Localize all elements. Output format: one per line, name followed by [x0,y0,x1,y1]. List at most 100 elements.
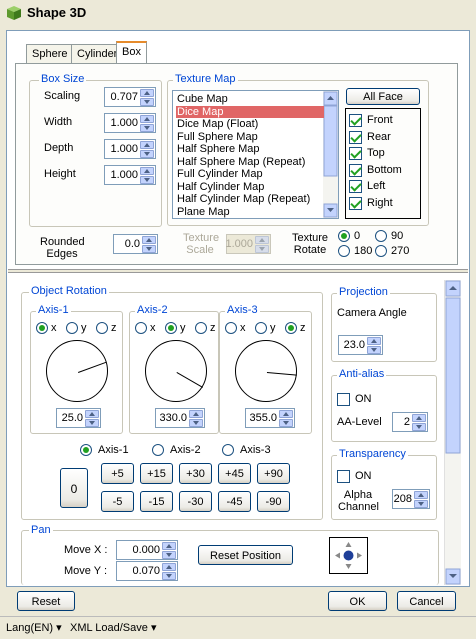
tab-box[interactable]: Box [116,41,147,64]
spin-down-icon[interactable] [85,419,99,427]
axis-select-radio[interactable] [80,444,92,456]
transparency-checkbox[interactable] [337,470,350,483]
zero-rotation-button[interactable]: 0 [60,468,88,508]
tab-sphere[interactable]: Sphere [26,44,74,64]
texture-map-item[interactable]: Full Sphere Map [176,131,324,143]
rotation-dial[interactable] [46,340,108,402]
alpha-channel-spinner[interactable]: 208 [392,489,430,509]
rotation-dial[interactable] [235,340,297,402]
face-top-checkbox[interactable] [349,147,362,160]
reset-button[interactable]: Reset [17,591,75,611]
aa-level-spinner[interactable]: 2 [392,412,428,432]
texture-map-item[interactable]: Half Sphere Map (Repeat) [176,156,324,168]
axis-select-radio[interactable] [152,444,164,456]
reset-position-button[interactable]: Reset Position [198,545,293,565]
language-menu[interactable]: Lang(EN) ▾ [6,621,62,634]
spin-up-icon[interactable] [140,89,154,97]
spin-up-icon[interactable] [412,414,426,422]
spin-up-icon[interactable] [189,410,203,418]
spin-up-icon[interactable] [140,167,154,175]
rotate-dec-button[interactable]: -90 [257,491,290,512]
texture-map-list[interactable]: Cube Map Dice Map Dice Map (Float) Full Sph… [172,90,339,219]
axis-y-radio[interactable] [165,322,177,334]
face-bottom-checkbox[interactable] [349,163,362,177]
spin-up-icon[interactable] [414,491,428,499]
spin-down-icon[interactable] [414,500,428,508]
spin-down-icon[interactable] [162,572,176,580]
spin-up-icon[interactable] [162,563,176,571]
spin-down-icon[interactable] [162,551,176,559]
rotation-dial[interactable] [145,340,207,402]
axis-z-radio[interactable] [195,322,207,334]
texture-map-item[interactable]: Dice Map (Float) [176,118,324,130]
move-y-spinner[interactable]: 0.070 [116,561,178,581]
axis-z-radio[interactable] [285,322,297,334]
pan-dpad[interactable] [329,537,368,574]
spin-down-icon[interactable] [142,245,156,253]
scaling-spinner[interactable]: 0.707 [104,87,156,107]
rotate-270-radio[interactable] [375,245,387,257]
face-left-checkbox[interactable] [349,180,362,193]
texture-map-item[interactable]: Plane Map [176,206,324,218]
spin-up-icon[interactable] [279,410,293,418]
spin-down-icon[interactable] [189,419,203,427]
anti-alias-checkbox[interactable] [337,393,350,406]
rotate-dec-button[interactable]: -15 [140,491,173,512]
spin-down-icon[interactable] [140,124,154,132]
rotate-90-radio[interactable] [375,230,387,242]
rotate-dec-button[interactable]: -5 [101,491,134,512]
spin-down-icon[interactable] [140,150,154,158]
list-scrollbar[interactable] [323,91,338,218]
camera-angle-spinner[interactable]: 23.0 [338,335,383,355]
face-right-checkbox[interactable] [349,196,362,210]
spin-up-icon[interactable] [142,236,156,244]
spin-down-icon[interactable] [367,346,381,354]
texture-map-item[interactable]: Half Sphere Map [176,143,324,155]
xml-load-save-menu[interactable]: XML Load/Save ▾ [70,621,156,634]
rotate-inc-button[interactable]: +15 [140,463,173,484]
axis-select-radio[interactable] [222,444,234,456]
texture-map-item[interactable]: Cube Map [176,93,324,105]
texture-map-item[interactable]: Full Cylinder Map [176,168,324,180]
rotate-inc-button[interactable]: +45 [218,463,251,484]
height-spinner[interactable]: 1.000 [104,165,156,185]
texture-map-item[interactable]: Half Cylinder Map (Repeat) [176,193,324,205]
all-face-button[interactable]: All Face [346,88,420,105]
ok-button[interactable]: OK [328,591,387,611]
axis-value-spinner[interactable]: 355.0 [245,408,295,428]
rotate-dec-button[interactable]: -30 [179,491,212,512]
rotate-inc-button[interactable]: +5 [101,463,134,484]
spin-up-icon[interactable] [162,542,176,550]
texture-map-item[interactable]: Dice Map [176,105,324,118]
axis-value-spinner[interactable]: 330.0 [155,408,205,428]
axis-z-radio[interactable] [96,322,108,334]
spin-down-icon[interactable] [140,98,154,106]
axis-x-radio[interactable] [225,322,237,334]
spin-up-icon[interactable] [367,337,381,345]
face-rear-checkbox[interactable] [349,130,362,144]
spin-up-icon[interactable] [140,141,154,149]
splitter[interactable] [8,269,468,273]
rotate-180-radio[interactable] [338,245,350,257]
width-spinner[interactable]: 1.000 [104,113,156,133]
spin-down-icon[interactable] [140,176,154,184]
rotate-0-radio[interactable] [338,230,350,242]
depth-spinner[interactable]: 1.000 [104,139,156,159]
axis-x-radio[interactable] [135,322,147,334]
axis-y-radio[interactable] [255,322,267,334]
texture-map-item[interactable]: Half Cylinder Map [176,181,324,193]
rounded-edges-spinner[interactable]: 0.0 [113,234,158,254]
rotate-dec-button[interactable]: -45 [218,491,251,512]
rotate-inc-button[interactable]: +90 [257,463,290,484]
spin-up-icon[interactable] [85,410,99,418]
axis-value-spinner[interactable]: 25.0 [56,408,101,428]
rotate-inc-button[interactable]: +30 [179,463,212,484]
spin-up-icon[interactable] [140,115,154,123]
spin-down-icon[interactable] [279,419,293,427]
cancel-button[interactable]: Cancel [397,591,456,611]
move-x-spinner[interactable]: 0.000 [116,540,178,560]
face-front-checkbox[interactable] [349,114,362,127]
spin-down-icon[interactable] [412,423,426,431]
axis-x-radio[interactable] [36,322,48,334]
panel-scrollbar[interactable] [444,280,461,585]
